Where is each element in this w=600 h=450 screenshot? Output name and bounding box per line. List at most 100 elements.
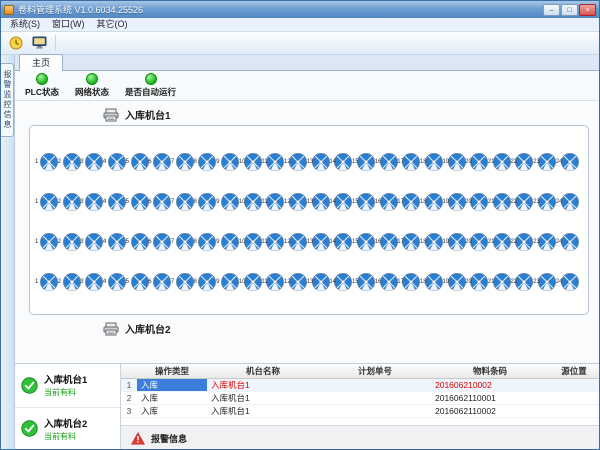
station-indicator[interactable]: 23 [536, 272, 557, 293]
station-indicator[interactable]: 19 [446, 152, 467, 173]
minimize-button[interactable]: – [543, 4, 560, 16]
station-indicator[interactable]: 15 [355, 152, 376, 173]
machine1-print-button[interactable] [103, 108, 119, 122]
station-indicator[interactable]: 16 [378, 192, 399, 213]
station-indicator[interactable]: 7 [174, 232, 195, 253]
station-indicator[interactable]: 14 [332, 232, 353, 253]
station-indicator[interactable]: 18 [423, 192, 444, 213]
station-indicator[interactable]: 11 [264, 272, 285, 293]
station-indicator[interactable]: 5 [129, 272, 150, 293]
station-indicator[interactable]: 15 [355, 232, 376, 253]
table-row[interactable]: 1 入库 入库机台1 201606210002 [121, 379, 599, 392]
station-indicator[interactable]: 10 [242, 272, 263, 293]
station-indicator[interactable]: 22 [513, 152, 534, 173]
station-indicator[interactable]: 3 [83, 192, 104, 213]
station-indicator[interactable]: 12 [287, 272, 308, 293]
station-indicator[interactable]: 21 [491, 272, 512, 293]
station-indicator[interactable]: 20 [468, 232, 489, 253]
header-material-barcode[interactable]: 物料条码 [431, 365, 549, 377]
station-indicator[interactable]: 9 [219, 272, 240, 293]
station-indicator[interactable]: 2 [61, 192, 82, 213]
station-indicator[interactable]: 19 [446, 272, 467, 293]
station-indicator[interactable]: 24 [559, 232, 580, 253]
station-indicator[interactable]: 10 [242, 192, 263, 213]
machine-list-item-1[interactable]: 入库机台1 当前有料 [15, 364, 120, 408]
station-indicator[interactable]: 9 [219, 152, 240, 173]
station-indicator[interactable]: 5 [129, 192, 150, 213]
station-indicator[interactable]: 11 [264, 192, 285, 213]
station-indicator[interactable]: 4 [106, 152, 127, 173]
station-indicator[interactable]: 3 [83, 272, 104, 293]
station-indicator[interactable]: 20 [468, 152, 489, 173]
station-indicator[interactable]: 13 [310, 272, 331, 293]
station-indicator[interactable]: 2 [61, 272, 82, 293]
station-indicator[interactable]: 21 [491, 152, 512, 173]
station-indicator[interactable]: 21 [491, 232, 512, 253]
station-indicator[interactable]: 7 [174, 152, 195, 173]
station-indicator[interactable]: 23 [536, 152, 557, 173]
menu-window[interactable]: 窗口(W) [46, 18, 91, 31]
header-source-location[interactable]: 源位置 [549, 365, 599, 377]
machine-list-item-2[interactable]: 入库机台2 当前有料 [15, 408, 120, 450]
station-indicator[interactable]: 13 [310, 192, 331, 213]
menu-other[interactable]: 其它(O) [91, 18, 134, 31]
menu-system[interactable]: 系统(S) [4, 18, 46, 31]
station-indicator[interactable]: 13 [310, 152, 331, 173]
toolbar-monitor-button[interactable] [29, 34, 50, 53]
header-operation-type[interactable]: 操作类型 [137, 365, 207, 377]
station-indicator[interactable]: 18 [423, 152, 444, 173]
station-indicator[interactable]: 6 [151, 272, 172, 293]
station-indicator[interactable]: 24 [559, 192, 580, 213]
station-indicator[interactable]: 3 [83, 152, 104, 173]
station-indicator[interactable]: 7 [174, 272, 195, 293]
station-indicator[interactable]: 8 [196, 272, 217, 293]
station-indicator[interactable]: 6 [151, 152, 172, 173]
station-indicator[interactable]: 24 [559, 272, 580, 293]
station-indicator[interactable]: 17 [400, 272, 421, 293]
station-indicator[interactable]: 12 [287, 192, 308, 213]
station-indicator[interactable]: 23 [536, 232, 557, 253]
station-indicator[interactable]: 5 [129, 152, 150, 173]
station-indicator[interactable]: 1 [38, 232, 59, 253]
station-indicator[interactable]: 17 [400, 232, 421, 253]
station-indicator[interactable]: 4 [106, 232, 127, 253]
station-indicator[interactable]: 24 [559, 152, 580, 173]
station-indicator[interactable]: 18 [423, 272, 444, 293]
station-indicator[interactable]: 2 [61, 152, 82, 173]
station-indicator[interactable]: 15 [355, 192, 376, 213]
table-row[interactable]: 3 入库 入库机台1 2016062110002 [121, 405, 599, 418]
station-indicator[interactable]: 3 [83, 232, 104, 253]
station-indicator[interactable]: 22 [513, 272, 534, 293]
station-indicator[interactable]: 19 [446, 232, 467, 253]
station-indicator[interactable]: 4 [106, 192, 127, 213]
station-indicator[interactable]: 17 [400, 192, 421, 213]
station-indicator[interactable]: 9 [219, 232, 240, 253]
station-indicator[interactable]: 14 [332, 192, 353, 213]
station-indicator[interactable]: 1 [38, 192, 59, 213]
station-indicator[interactable]: 12 [287, 152, 308, 173]
station-indicator[interactable]: 22 [513, 192, 534, 213]
station-indicator[interactable]: 11 [264, 232, 285, 253]
station-indicator[interactable]: 16 [378, 152, 399, 173]
machine2-print-button[interactable] [103, 322, 119, 336]
station-indicator[interactable]: 10 [242, 152, 263, 173]
sidebar-vertical-tab[interactable]: 报警监控信息 [1, 63, 14, 137]
station-indicator[interactable]: 19 [446, 192, 467, 213]
station-indicator[interactable]: 15 [355, 272, 376, 293]
station-indicator[interactable]: 1 [38, 152, 59, 173]
close-button[interactable]: × [579, 4, 596, 16]
station-indicator[interactable]: 16 [378, 232, 399, 253]
station-indicator[interactable]: 14 [332, 152, 353, 173]
table-row[interactable]: 2 入库 入库机台1 2016062110001 [121, 392, 599, 405]
station-indicator[interactable]: 16 [378, 272, 399, 293]
station-indicator[interactable]: 4 [106, 272, 127, 293]
station-indicator[interactable]: 21 [491, 192, 512, 213]
tab-home[interactable]: 主页 [19, 54, 63, 71]
station-indicator[interactable]: 17 [400, 152, 421, 173]
station-indicator[interactable]: 10 [242, 232, 263, 253]
station-indicator[interactable]: 6 [151, 192, 172, 213]
station-indicator[interactable]: 8 [196, 232, 217, 253]
header-machine-name[interactable]: 机台名称 [207, 365, 319, 377]
station-indicator[interactable]: 20 [468, 272, 489, 293]
toolbar-history-button[interactable] [5, 34, 26, 53]
